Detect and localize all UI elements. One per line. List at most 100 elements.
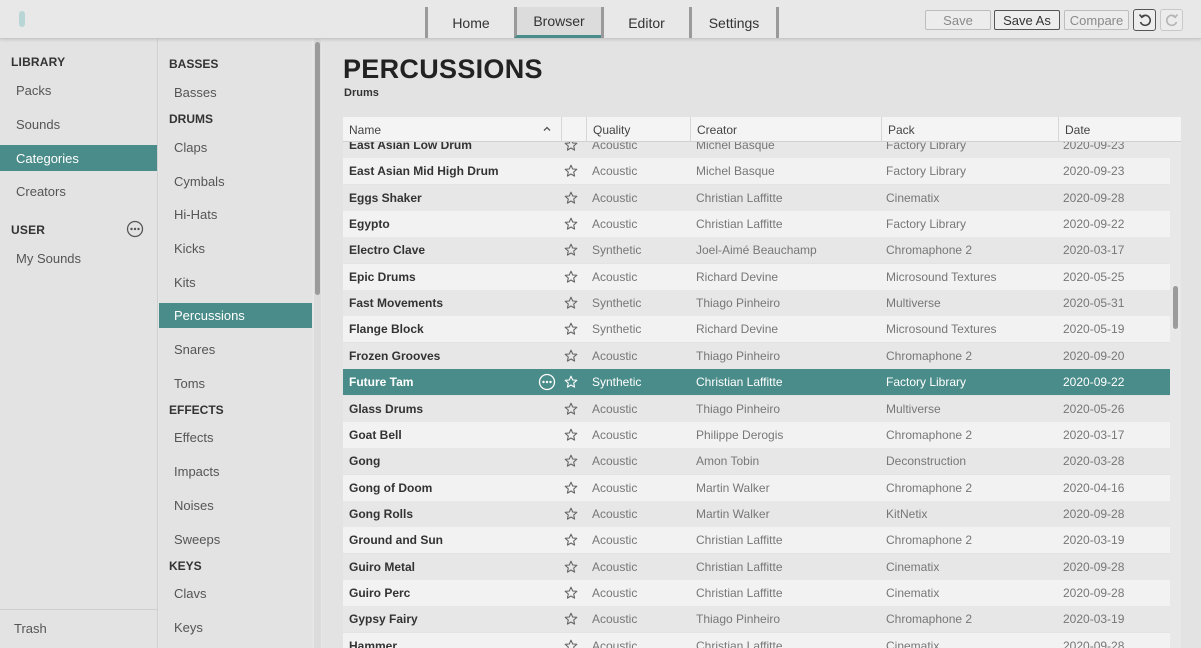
star-icon[interactable]: [564, 633, 580, 648]
column-header-date[interactable]: Date: [1058, 117, 1170, 142]
column-header-favorite[interactable]: [561, 117, 586, 142]
sound-creator: Thiago Pinheiro: [696, 296, 781, 311]
sound-name: Glass Drums: [349, 401, 424, 416]
star-icon[interactable]: [564, 580, 580, 606]
sound-pack: Factory Library: [886, 164, 967, 179]
table-row[interactable]: Electro Clave Synthetic Joel-Aimé Beaucham…: [343, 237, 1170, 264]
category-item-basses[interactable]: Basses: [159, 80, 312, 105]
sound-name: Flange Block: [349, 322, 424, 337]
save-button[interactable]: Save: [925, 10, 991, 30]
tab-home[interactable]: Home: [425, 7, 514, 38]
star-icon[interactable]: [564, 448, 580, 474]
sound-pack: Deconstruction: [886, 454, 967, 469]
sound-quality: Synthetic: [592, 375, 642, 390]
library-heading: LIBRARY: [11, 55, 66, 69]
table-scrollbar-thumb[interactable]: [1173, 286, 1178, 329]
sound-creator: Joel-Aimé Beauchamp: [696, 243, 817, 258]
redo-button[interactable]: [1160, 9, 1183, 31]
sound-date: 2020-09-28: [1063, 559, 1125, 574]
table-row[interactable]: Guiro Metal Acoustic Christian Laffitte Cin…: [343, 553, 1170, 580]
table-scrollbar[interactable]: [1170, 142, 1181, 648]
star-icon[interactable]: [564, 290, 580, 316]
sidebar-item-sounds[interactable]: Sounds: [0, 111, 157, 137]
more-options-icon[interactable]: [538, 369, 556, 395]
sidebar-item-categories[interactable]: Categories: [0, 145, 157, 171]
star-icon[interactable]: [564, 369, 580, 395]
category-item-toms[interactable]: Toms: [159, 371, 312, 396]
sound-pack: Chromaphone 2: [886, 243, 973, 258]
category-item-effects[interactable]: Effects: [159, 425, 312, 450]
category-item-hi-hats[interactable]: Hi-Hats: [159, 202, 312, 227]
table-row[interactable]: Gypsy Fairy Acoustic Thiago Pinheiro Chroma…: [343, 606, 1170, 633]
table-row[interactable]: East Asian Mid High Drum Acoustic Michel B…: [343, 158, 1170, 185]
table-row[interactable]: Flange Block Synthetic Richard Devine Micro…: [343, 316, 1170, 343]
table-row[interactable]: Hammer Acoustic Christian Laffitte Cinemati…: [343, 632, 1170, 648]
tab-editor[interactable]: Editor: [601, 7, 689, 38]
star-icon[interactable]: [564, 316, 580, 342]
category-item-keys[interactable]: Keys: [159, 615, 312, 640]
category-item-noises[interactable]: Noises: [159, 493, 312, 518]
category-item-claps[interactable]: Claps: [159, 135, 312, 160]
sidebar-item-creators[interactable]: Creators: [0, 178, 157, 204]
category-item-kits[interactable]: Kits: [159, 270, 312, 295]
table-row[interactable]: Fast Movements Synthetic Thiago Pinheiro Mu…: [343, 290, 1170, 317]
save-as-button[interactable]: Save As: [994, 10, 1060, 30]
category-item-snares[interactable]: Snares: [159, 337, 312, 362]
category-item-percussions[interactable]: Percussions: [159, 303, 312, 328]
table-row[interactable]: Gong Acoustic Amon Tobin Deconstruction 2020…: [343, 448, 1170, 475]
table-row[interactable]: Goat Bell Acoustic Philippe Derogis Chromap…: [343, 421, 1170, 448]
category-item-clavs[interactable]: Clavs: [159, 581, 312, 606]
star-icon[interactable]: [564, 422, 580, 448]
table-row[interactable]: Future Tam Synthetic Christian Laffitte Fac…: [343, 369, 1170, 396]
tab-browser[interactable]: Browser: [514, 7, 601, 38]
page-subtitle: Drums: [344, 87, 379, 99]
sound-date: 2020-03-19: [1063, 533, 1125, 548]
star-icon[interactable]: [564, 396, 580, 422]
table-row[interactable]: Guiro Perc Acoustic Christian Laffitte Cine…: [343, 579, 1170, 606]
undo-button[interactable]: [1133, 9, 1156, 31]
sound-pack: Multiverse: [886, 401, 941, 416]
column-header-pack[interactable]: Pack: [881, 117, 1058, 142]
star-icon[interactable]: [564, 158, 580, 184]
sound-creator: Michel Basque: [696, 164, 775, 179]
category-item-sweeps[interactable]: Sweeps: [159, 527, 312, 552]
sound-name: East Asian Mid High Drum: [349, 164, 499, 179]
sidebar-item-packs[interactable]: Packs: [0, 77, 157, 103]
table-row[interactable]: Epic Drums Acoustic Richard Devine Microsou…: [343, 263, 1170, 290]
star-icon[interactable]: [564, 527, 580, 553]
category-item-impacts[interactable]: Impacts: [159, 459, 312, 484]
column-header-name[interactable]: Name: [343, 117, 561, 142]
star-icon[interactable]: [564, 264, 580, 290]
sound-creator: Christian Laffitte: [696, 559, 783, 574]
column-header-quality[interactable]: Quality: [586, 117, 690, 142]
table-row[interactable]: Egypto Acoustic Christian Laffitte Factory …: [343, 211, 1170, 238]
column-header-creator[interactable]: Creator: [690, 117, 881, 142]
star-icon[interactable]: [564, 185, 580, 211]
table-row[interactable]: Gong Rolls Acoustic Martin Walker KitNetix 2…: [343, 500, 1170, 527]
category-scrollbar-thumb[interactable]: [315, 42, 320, 295]
star-icon[interactable]: [564, 501, 580, 527]
table-row[interactable]: Eggs Shaker Acoustic Christian Laffitte Cin…: [343, 184, 1170, 211]
user-more-options-icon[interactable]: [126, 220, 144, 238]
sound-pack: Microsound Textures: [886, 269, 997, 284]
sound-date: 2020-05-31: [1063, 296, 1125, 311]
star-icon[interactable]: [564, 343, 580, 369]
star-icon[interactable]: [564, 606, 580, 632]
star-icon[interactable]: [564, 237, 580, 263]
sound-quality: Acoustic: [592, 585, 638, 600]
category-item-cymbals[interactable]: Cymbals: [159, 169, 312, 194]
table-row[interactable]: Gong of Doom Acoustic Martin Walker Chromap…: [343, 474, 1170, 501]
star-icon[interactable]: [564, 554, 580, 580]
star-icon[interactable]: [564, 211, 580, 237]
table-row[interactable]: Frozen Grooves Acoustic Thiago Pinheiro Chr…: [343, 342, 1170, 369]
tab-settings[interactable]: Settings: [689, 7, 779, 38]
table-row[interactable]: Glass Drums Acoustic Thiago Pinheiro Multiv…: [343, 395, 1170, 422]
table-row[interactable]: Ground and Sun Acoustic Christian Laffitte…: [343, 527, 1170, 554]
sound-pack: Multiverse: [886, 296, 941, 311]
star-icon[interactable]: [564, 475, 580, 501]
sidebar-item-trash[interactable]: Trash: [0, 615, 157, 641]
compare-button[interactable]: Compare: [1064, 10, 1129, 30]
sound-creator: Christian Laffitte: [696, 375, 783, 390]
sidebar-item-my-sounds[interactable]: My Sounds: [0, 245, 157, 271]
category-item-kicks[interactable]: Kicks: [159, 236, 312, 261]
